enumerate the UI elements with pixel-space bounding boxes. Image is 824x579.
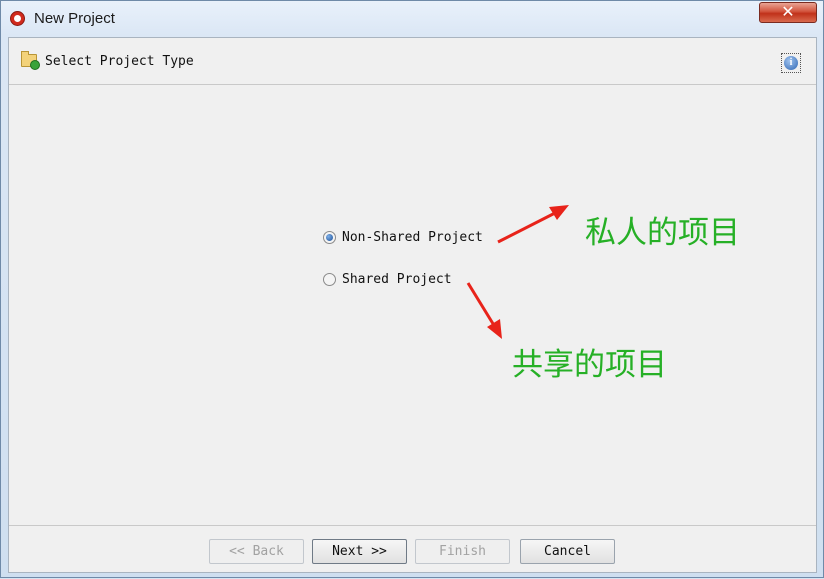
annotation-private-project: 私人的项目 (585, 215, 740, 251)
project-folder-icon (21, 51, 40, 70)
page-title: Select Project Type (45, 54, 194, 69)
cancel-button[interactable]: Cancel (520, 539, 615, 564)
footer-divider (9, 525, 816, 526)
app-logo-icon (10, 11, 25, 26)
radio-label: Non-Shared Project (342, 230, 483, 245)
radio-button[interactable] (323, 273, 336, 286)
radio-button-selected[interactable] (323, 231, 336, 244)
close-button[interactable]: ✕ (759, 2, 817, 23)
window-title: New Project (34, 10, 115, 27)
radio-non-shared-project[interactable]: Non-Shared Project (323, 230, 483, 245)
annotation-shared-project: 共享的项目 (512, 347, 667, 383)
back-button[interactable]: << Back (209, 539, 304, 564)
info-icon: i (784, 56, 798, 70)
radio-shared-project[interactable]: Shared Project (323, 272, 452, 287)
finish-button[interactable]: Finish (415, 539, 510, 564)
wizard-header: Select Project Type i (9, 38, 816, 85)
info-button[interactable]: i (781, 53, 801, 73)
new-project-dialog: New Project ✕ Select Project Type i Non-… (0, 0, 824, 578)
next-button[interactable]: Next >> (312, 539, 407, 564)
radio-label: Shared Project (342, 272, 452, 287)
close-icon: ✕ (781, 2, 795, 21)
dialog-content: Select Project Type i Non-Shared Project… (8, 37, 817, 573)
title-bar[interactable]: New Project ✕ (1, 1, 823, 35)
